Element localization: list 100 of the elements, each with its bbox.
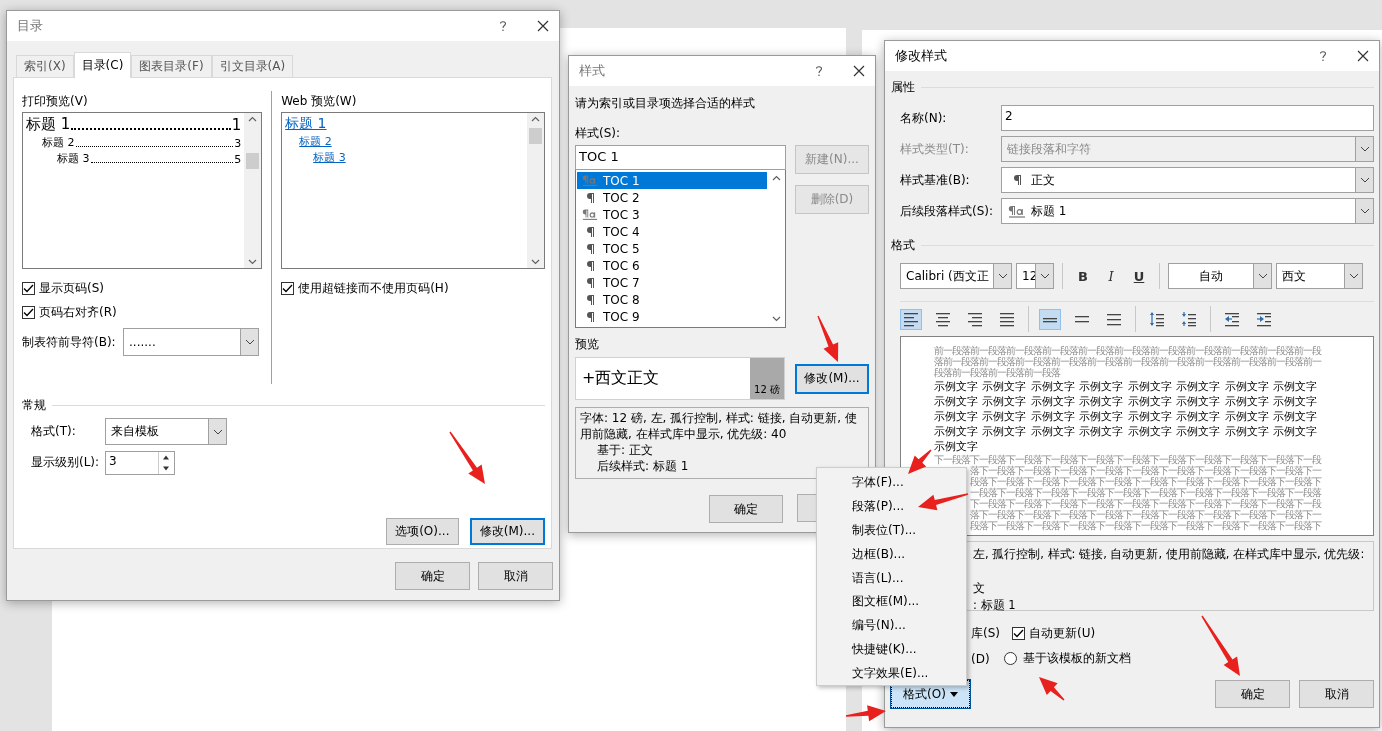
close-icon[interactable] <box>537 20 549 32</box>
checkbox[interactable] <box>281 281 295 295</box>
color-dropdown[interactable]: 自动 <box>1168 263 1272 289</box>
scroll-up-icon[interactable] <box>248 116 258 122</box>
level-spinner[interactable]: 3 <box>105 450 175 475</box>
leader-dropdown[interactable]: ....... <box>123 328 259 356</box>
align-right-icon[interactable] <box>967 311 983 327</box>
hyperlink[interactable]: 标题 1 <box>285 115 327 131</box>
menu-item[interactable]: 段落(P)... <box>817 494 966 519</box>
tab[interactable]: 引文目录(A) <box>211 55 294 77</box>
menu-item[interactable]: 语言(L)... <box>817 566 966 590</box>
menu-item[interactable]: 图文框(M)... <box>817 590 966 614</box>
style-list-item[interactable]: TOC 3 <box>577 206 767 223</box>
caret-icon[interactable] <box>949 691 958 697</box>
preview-text: 下一段落下一段落下一段落下一段落下一段落下一段落下一段落下一段落下一段落下一段 <box>970 498 1321 509</box>
style-list-item[interactable]: TOC 8 <box>577 291 767 308</box>
preview-text: 落前一段落前一段落前一段落前一段落前一段落前一段落前一段落前一段落前一段落前一段落前一 <box>934 356 1321 367</box>
window-title: 样式 <box>579 62 606 80</box>
align-center-icon[interactable] <box>935 311 951 327</box>
script-dropdown[interactable]: 西文 <box>1276 263 1363 289</box>
annotation-arrow <box>1039 677 1065 701</box>
scroll-up-icon[interactable] <box>772 175 781 181</box>
align-left-icon[interactable] <box>903 311 919 327</box>
preview-text: 落下一段落下一段落下一段落下一段落下一段落下一段落下一段落下一段落下一段落下一 <box>970 465 1321 476</box>
field-label: 后续段落样式(S): <box>900 202 995 220</box>
font-dropdown[interactable]: Calibri (西文正 <box>900 263 1012 289</box>
scroll-down-icon[interactable] <box>772 316 781 322</box>
tab[interactable]: 图表目录(F) <box>131 55 212 77</box>
style-list-item[interactable]: TOC 1 <box>577 172 767 189</box>
name-field[interactable]: 2 <box>1001 105 1374 131</box>
page-number: 3 <box>234 137 242 150</box>
menu-item[interactable]: 边框(B)... <box>817 542 966 567</box>
style-list-item[interactable]: TOC 7 <box>577 274 767 291</box>
checkbox-label: 页码右对齐(R) <box>39 303 117 321</box>
menu-item[interactable]: 编号(N)... <box>817 613 966 638</box>
scroll-down-icon[interactable] <box>248 259 258 265</box>
style-name-field[interactable]: TOC 1 <box>575 145 786 170</box>
chevron-down-icon <box>1039 273 1050 279</box>
preview-text: 示例文字 示例文字 示例文字 示例文字 示例文字 示例文字 示例文字 示例文字 <box>934 409 1318 424</box>
style-list-item[interactable]: TOC 2 <box>577 189 767 206</box>
paragraph-icon <box>585 225 595 238</box>
checkbox[interactable] <box>22 305 35 319</box>
paragraph-spacing-icon[interactable] <box>1181 311 1197 327</box>
dialog-button[interactable]: 修改(M)... <box>795 363 869 394</box>
window-title: 修改样式 <box>895 47 948 65</box>
paragraph-spacing-icon[interactable] <box>1149 311 1165 327</box>
help-icon[interactable] <box>1319 50 1327 62</box>
format-button[interactable]: B <box>1073 266 1093 286</box>
window-title: 目录 <box>17 17 44 35</box>
annotation-arrow <box>918 493 969 511</box>
style-list-item[interactable]: TOC 5 <box>577 240 767 257</box>
dialog-button[interactable]: 确定 <box>1215 680 1290 708</box>
dialog-button[interactable]: 确定 <box>709 495 783 523</box>
linked-style-icon <box>582 174 598 187</box>
dialog-button[interactable]: 确定 <box>395 562 470 590</box>
style-dropdown[interactable]: 标题 1 <box>1001 198 1374 224</box>
dialog-button[interactable]: 取消 <box>478 562 553 590</box>
hyperlink[interactable]: 标题 3 <box>313 151 346 164</box>
scrollbar-thumb[interactable] <box>529 127 542 144</box>
style-list-item[interactable]: TOC 4 <box>577 223 767 240</box>
scroll-down-icon[interactable] <box>531 259 540 265</box>
align-justify-icon[interactable] <box>999 311 1015 327</box>
radio-button[interactable] <box>1003 652 1017 665</box>
menu-item[interactable]: 快捷键(K)... <box>817 637 966 662</box>
help-icon[interactable] <box>815 65 823 77</box>
hyperlink[interactable]: 标题 2 <box>299 135 332 148</box>
checkbox[interactable] <box>1012 627 1025 640</box>
font-size-label: 12 磅 <box>750 358 784 399</box>
paragraph-icon <box>585 259 595 272</box>
indent-increase-icon[interactable] <box>1256 311 1272 327</box>
scrollbar-thumb[interactable] <box>246 152 260 169</box>
help-icon[interactable] <box>499 20 507 32</box>
format-button[interactable]: I <box>1101 266 1121 286</box>
style-list-item[interactable]: TOC 9 <box>577 308 767 325</box>
tab[interactable]: 目录(C) <box>73 52 132 78</box>
close-icon[interactable] <box>853 65 865 77</box>
annotation-arrow <box>845 705 886 722</box>
dialog-button[interactable]: 取消 <box>1299 680 1374 708</box>
format-button[interactable]: U <box>1129 266 1149 286</box>
section-heading: 属性 <box>891 78 915 96</box>
chevron-down-icon <box>997 273 1008 279</box>
scroll-up-icon[interactable] <box>531 116 540 122</box>
style-list-item[interactable]: TOC 6 <box>577 257 767 274</box>
menu-item[interactable]: 制表位(T)... <box>817 518 966 543</box>
indent-decrease-icon[interactable] <box>1224 311 1240 327</box>
checkbox[interactable] <box>22 281 35 295</box>
preview-text: 段落前一段落前一段落前一段落 <box>934 367 1060 378</box>
style-dropdown[interactable]: 正文 <box>1001 167 1374 193</box>
chevron-down-icon <box>1257 273 1268 279</box>
section-heading: 常规 <box>22 396 46 414</box>
dialog-button[interactable]: 修改(M)... <box>469 518 545 545</box>
preview-text: 落下一段落下一段落下一段落下一段落下一段落下一段落下一段落下一段落下一段落下一 <box>970 509 1321 520</box>
preview-text: 一段落下一段落下一段落下一段落下一段落下一段落下一段落下一段落下一段落下一段落 <box>970 487 1321 498</box>
field-label: 样式(S): <box>575 125 622 142</box>
close-icon[interactable] <box>1357 50 1369 62</box>
line-spacing-icon[interactable] <box>1106 311 1122 327</box>
format-dropdown[interactable]: 来自模板 <box>105 418 227 445</box>
dialog-button[interactable]: 选项(O)... <box>385 518 459 545</box>
radio-label: 基于该模板的新文档 <box>1022 650 1131 667</box>
tab[interactable]: 索引(X) <box>16 55 74 77</box>
